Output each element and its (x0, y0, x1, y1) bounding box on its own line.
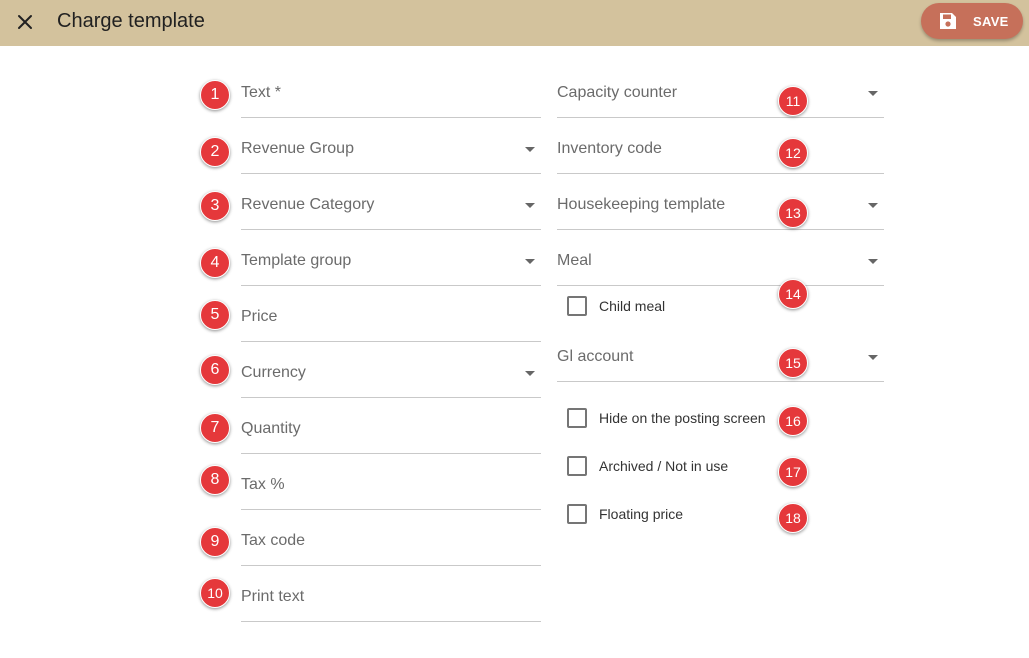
archived-label: Archived / Not in use (599, 458, 729, 474)
dropdown-arrow-icon (525, 147, 535, 152)
revenue-category-select[interactable]: Revenue Category (241, 179, 541, 230)
dropdown-arrow-icon (868, 355, 878, 360)
revenue-group-label: Revenue Group (241, 140, 354, 157)
tax-percent-field[interactable]: Tax % (241, 459, 541, 510)
price-label: Price (241, 308, 278, 325)
gl-account-select[interactable]: Gl account (557, 331, 884, 382)
capacity-counter-label: Capacity counter (557, 84, 678, 101)
dropdown-arrow-icon (525, 259, 535, 264)
template-group-label: Template group (241, 252, 352, 269)
dropdown-arrow-icon (525, 371, 535, 376)
annotation-badge: 6 (200, 355, 230, 385)
hide-posting-checkbox[interactable]: Hide on the posting screen (567, 407, 766, 429)
price-field[interactable]: Price (241, 291, 541, 342)
template-group-select[interactable]: Template group (241, 235, 541, 286)
save-label: SAVE (973, 14, 1009, 29)
currency-label: Currency (241, 364, 306, 381)
dropdown-arrow-icon (868, 259, 878, 264)
archived-checkbox[interactable]: Archived / Not in use (567, 455, 728, 477)
revenue-category-label: Revenue Category (241, 196, 375, 213)
annotation-badge: 9 (200, 527, 230, 557)
quantity-label: Quantity (241, 420, 301, 437)
floating-price-label: Floating price (599, 506, 684, 522)
page-title: Charge template (57, 10, 205, 32)
capacity-counter-select[interactable]: Capacity counter (557, 67, 884, 118)
checkbox-box[interactable] (567, 456, 587, 476)
save-button[interactable]: SAVE (921, 3, 1023, 39)
annotation-badge: 8 (200, 465, 230, 495)
annotation-badge: 14 (778, 279, 808, 309)
close-button[interactable] (10, 7, 40, 37)
housekeeping-template-label: Housekeeping template (557, 196, 726, 213)
tax-code-field[interactable]: Tax code (241, 515, 541, 566)
floating-price-checkbox[interactable]: Floating price (567, 503, 683, 525)
annotation-badge: 12 (778, 138, 808, 168)
top-app-bar: Charge template SAVE (0, 0, 1029, 46)
revenue-group-select[interactable]: Revenue Group (241, 123, 541, 174)
annotation-badge: 11 (778, 86, 808, 116)
inventory-code-field[interactable]: Inventory code (557, 123, 884, 174)
housekeeping-template-select[interactable]: Housekeeping template (557, 179, 884, 230)
close-icon (18, 15, 32, 29)
annotation-badge: 4 (200, 248, 230, 278)
text-field[interactable]: Text * (241, 67, 541, 118)
annotation-badge: 13 (778, 198, 808, 228)
floppy-disk-icon (940, 13, 956, 29)
text-field-label: Text * (241, 84, 282, 101)
currency-select[interactable]: Currency (241, 347, 541, 398)
inventory-code-label: Inventory code (557, 140, 662, 157)
tax-code-label: Tax code (241, 532, 306, 549)
annotation-badge: 17 (778, 457, 808, 487)
annotation-badge: 15 (778, 348, 808, 378)
annotation-badge: 3 (200, 191, 230, 221)
annotation-badge: 1 (200, 80, 230, 110)
quantity-field[interactable]: Quantity (241, 403, 541, 454)
meal-select[interactable]: Meal (557, 235, 884, 286)
checkbox-box[interactable] (567, 408, 587, 428)
print-text-field[interactable]: Print text (241, 571, 541, 622)
hide-posting-label: Hide on the posting screen (599, 410, 766, 426)
annotation-badge: 7 (200, 413, 230, 443)
tax-percent-label: Tax % (241, 476, 285, 493)
child-meal-label: Child meal (599, 298, 666, 314)
child-meal-checkbox[interactable]: Child meal (567, 295, 665, 317)
dropdown-arrow-icon (868, 91, 878, 96)
annotation-badge: 10 (200, 578, 230, 608)
meal-label: Meal (557, 252, 592, 269)
dropdown-arrow-icon (525, 203, 535, 208)
checkbox-box[interactable] (567, 504, 587, 524)
checkbox-box[interactable] (567, 296, 587, 316)
annotation-badge: 16 (778, 406, 808, 436)
annotation-badge: 5 (200, 300, 230, 330)
gl-account-label: Gl account (557, 348, 634, 365)
annotation-badge: 2 (200, 137, 230, 167)
print-text-label: Print text (241, 588, 305, 605)
annotation-badge: 18 (778, 503, 808, 533)
dropdown-arrow-icon (868, 203, 878, 208)
